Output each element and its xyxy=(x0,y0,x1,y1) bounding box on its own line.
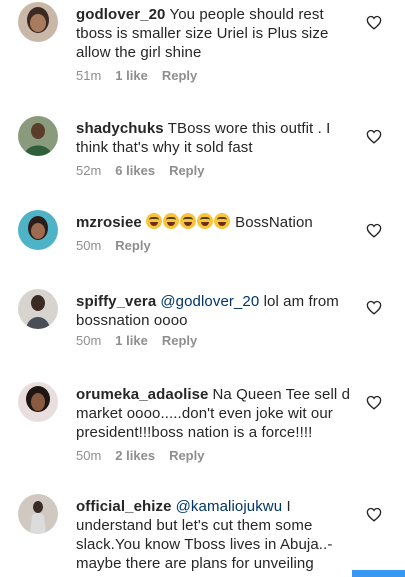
user-avatar-icon xyxy=(18,210,58,250)
grinning-squinting-face-emoji xyxy=(213,213,230,229)
avatar[interactable] xyxy=(18,382,58,422)
heart-outline-icon[interactable] xyxy=(366,223,382,238)
comment-likes[interactable]: 1 like xyxy=(115,333,148,348)
user-avatar-icon xyxy=(18,382,58,422)
heart-outline-icon[interactable] xyxy=(366,507,382,522)
grinning-squinting-face-emoji xyxy=(179,213,196,229)
comment-time: 51m xyxy=(76,68,102,83)
comment-meta: 51m 1 like Reply xyxy=(76,68,211,83)
comment-item: shadychuks TBoss wore this outfit . I thi… xyxy=(0,112,405,192)
avatar[interactable] xyxy=(18,116,58,156)
reply-button[interactable]: Reply xyxy=(169,163,204,178)
comment-mention[interactable]: @godlover_20 xyxy=(160,293,259,310)
comment-username[interactable]: mzrosiee xyxy=(76,214,142,231)
user-avatar-icon xyxy=(18,289,58,329)
reply-button[interactable]: Reply xyxy=(169,448,204,463)
comment-item: godlover_20 You people should rest tboss … xyxy=(0,0,405,100)
comment-item: official_ehize @kamaliojukwu I understand… xyxy=(0,490,405,577)
comment-username[interactable]: orumeka_adaolise xyxy=(76,386,209,403)
comment-time: 50m xyxy=(76,238,102,253)
reply-button[interactable]: Reply xyxy=(162,68,197,83)
reply-button[interactable]: Reply xyxy=(115,238,150,253)
user-avatar-icon xyxy=(18,494,58,534)
comment-time: 50m xyxy=(76,333,102,348)
comment-username[interactable]: godlover_20 xyxy=(76,6,165,23)
comment-text: BossNation xyxy=(235,214,313,231)
comment-likes[interactable]: 6 likes xyxy=(115,163,155,178)
heart-outline-icon[interactable] xyxy=(366,300,382,315)
comment-meta: 50m 1 like Reply xyxy=(76,333,211,348)
comment-mention[interactable]: @kamaliojukwu xyxy=(176,498,283,515)
comment-likes[interactable]: 1 like xyxy=(115,68,148,83)
comment-item: orumeka_adaolise Na Queen Tee sell d mark… xyxy=(0,378,405,478)
grinning-squinting-face-emoji xyxy=(145,213,162,229)
grinning-squinting-face-emoji xyxy=(162,213,179,229)
comment-meta: 50m Reply xyxy=(76,238,165,253)
avatar[interactable] xyxy=(18,2,58,42)
comment-time: 52m xyxy=(76,163,102,178)
heart-outline-icon[interactable] xyxy=(366,129,382,144)
comment-time: 50m xyxy=(76,448,102,463)
heart-outline-icon[interactable] xyxy=(366,15,382,30)
comment-username[interactable]: official_ehize xyxy=(76,498,172,515)
avatar[interactable] xyxy=(18,494,58,534)
avatar[interactable] xyxy=(18,289,58,329)
grinning-squinting-face-emoji xyxy=(196,213,213,229)
comments-list: godlover_20 You people should rest tboss … xyxy=(0,0,405,577)
user-avatar-icon xyxy=(18,116,58,156)
avatar[interactable] xyxy=(18,210,58,250)
floating-action-button[interactable] xyxy=(352,570,405,577)
comment-meta: 50m 2 likes Reply xyxy=(76,448,218,463)
comment-meta: 52m 6 likes Reply xyxy=(76,163,218,178)
user-avatar-icon xyxy=(18,2,58,42)
reply-button[interactable]: Reply xyxy=(162,333,197,348)
emoji-group xyxy=(145,213,231,231)
comment-item: spiffy_vera @godlover_20 lol am from boss… xyxy=(0,285,405,365)
comment-item: mzrosiee BossNation 50m Reply xyxy=(0,206,405,276)
heart-outline-icon[interactable] xyxy=(366,395,382,410)
comment-username[interactable]: shadychuks xyxy=(76,120,164,137)
comment-username[interactable]: spiffy_vera xyxy=(76,293,156,310)
comment-likes[interactable]: 2 likes xyxy=(115,448,155,463)
